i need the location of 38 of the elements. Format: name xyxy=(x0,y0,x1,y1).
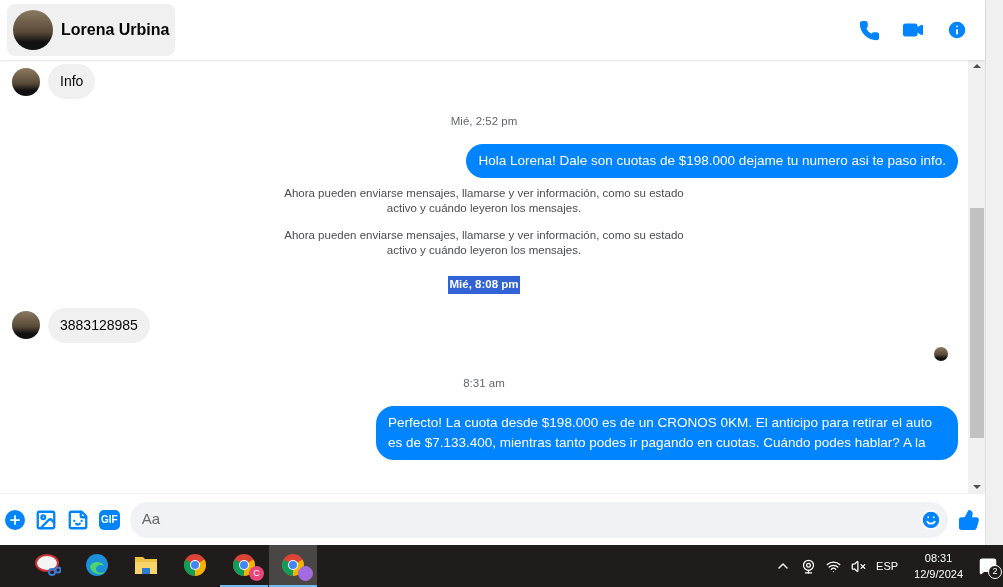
notification-count: 2 xyxy=(988,565,1002,579)
browser-icon xyxy=(85,553,109,577)
add-icon[interactable] xyxy=(5,509,25,530)
image-icon[interactable] xyxy=(35,508,57,531)
avatar-photo xyxy=(934,346,948,361)
thumbs-up-icon[interactable] xyxy=(958,508,980,531)
sent-message: Perfecto! La cuota desde $198.000 es de un CRONOS 0KM. El anticipo para retirar el auto es de $7.133.400, mientras tanto podes ir pagando en cuotas. Cuándo podes hablar? A la xyxy=(376,405,958,460)
gif-button[interactable]: GIF xyxy=(99,509,120,530)
clock[interactable]: 08:31 12/9/2024 xyxy=(908,550,969,582)
phone-icon[interactable] xyxy=(859,19,880,41)
camera-icon[interactable] xyxy=(801,558,817,574)
timestamp: 8:31 am xyxy=(463,375,505,391)
avatar-photo xyxy=(12,67,40,96)
message-input[interactable]: Aa xyxy=(141,508,920,531)
sticker-icon[interactable] xyxy=(67,508,89,531)
browser-icon xyxy=(183,553,207,577)
message-field[interactable]: Aa xyxy=(129,501,948,538)
avatar-photo xyxy=(13,10,53,50)
scissors-icon xyxy=(35,553,61,577)
emoji-icon[interactable] xyxy=(920,508,942,531)
muted-speaker-icon[interactable] xyxy=(851,558,867,574)
timestamp: Mié, 2:52 pm xyxy=(450,114,518,129)
language-indicator[interactable]: ESP xyxy=(876,557,899,575)
sent-message: Hola Lorena! Dale son cuotas de $198.000 dejame tu numero asi te paso info. xyxy=(466,144,958,179)
taskbar-app[interactable]: C xyxy=(220,545,268,587)
info-icon[interactable] xyxy=(946,19,968,41)
avatar-photo xyxy=(12,311,40,339)
browser-icon xyxy=(281,553,305,577)
timestamp: Mié, 8:08 pm xyxy=(448,276,520,294)
folder-icon xyxy=(134,554,158,576)
received-message: 3883128985 xyxy=(48,307,150,343)
system-notice: Ahora pueden enviarse mensajes, llamarse y ver información, como su estado activo y cuándo leyeron los mensajes. xyxy=(283,186,685,217)
profile-badge: C xyxy=(249,566,264,581)
scrollbar[interactable] xyxy=(968,60,985,493)
wifi-icon[interactable] xyxy=(826,558,842,574)
contact-header[interactable]: Lorena Urbina xyxy=(7,4,176,56)
system-notice: Ahora pueden enviarse mensajes, llamarse y ver información, como su estado activo y cuándo leyeron los mensajes. xyxy=(283,228,685,259)
received-message: Info xyxy=(48,64,96,99)
